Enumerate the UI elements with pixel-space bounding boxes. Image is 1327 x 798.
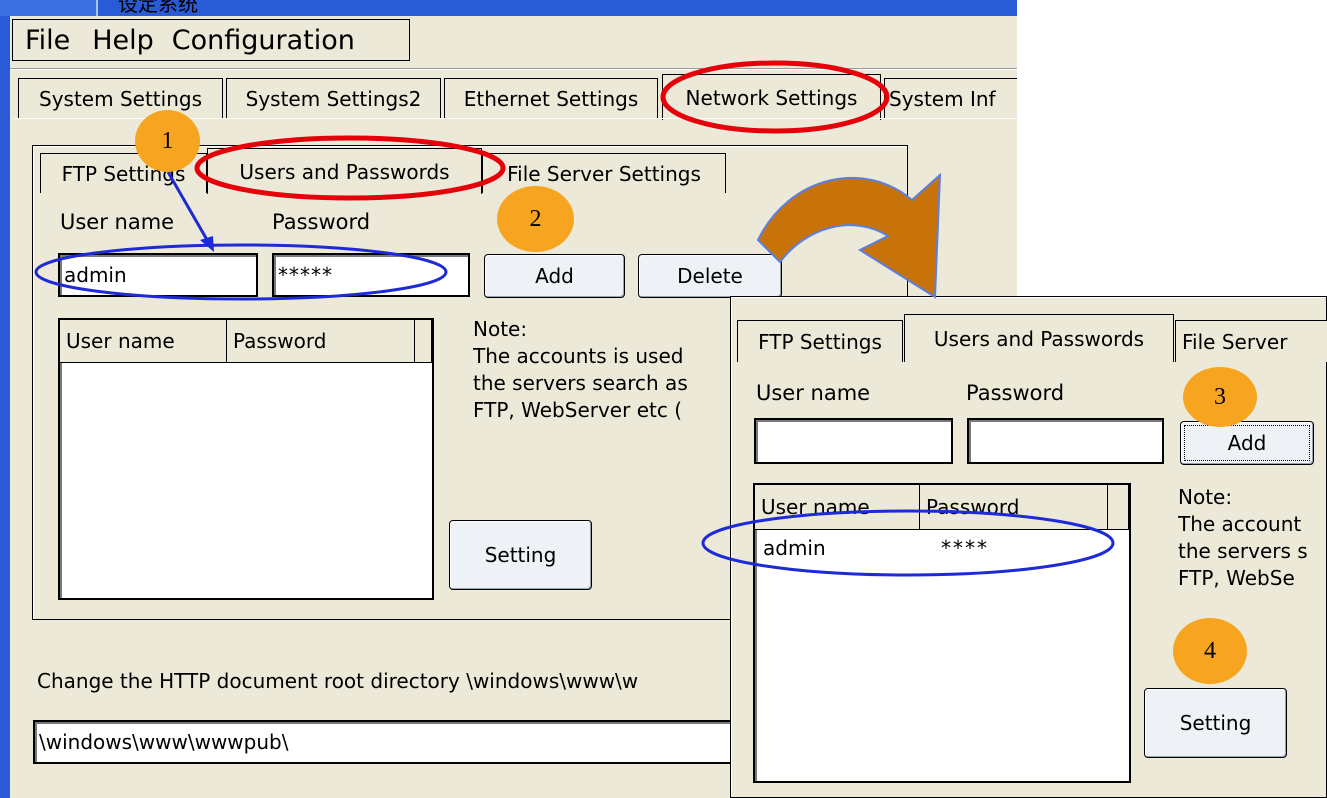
- highlight-network-tab: [660, 60, 890, 134]
- step-4-marker: 4: [1173, 618, 1247, 684]
- transition-arrow: [756, 172, 942, 299]
- step-3-marker: 3: [1183, 367, 1257, 427]
- step-1-marker: 1: [135, 110, 200, 172]
- highlight-users-tab: [194, 135, 506, 201]
- step-2-marker: 2: [497, 186, 574, 252]
- pointer-arrow-shaft: [166, 171, 212, 246]
- annotation-layer: [34, 60, 1115, 577]
- highlight-added-user: [701, 509, 1115, 577]
- highlight-credentials: [34, 243, 448, 301]
